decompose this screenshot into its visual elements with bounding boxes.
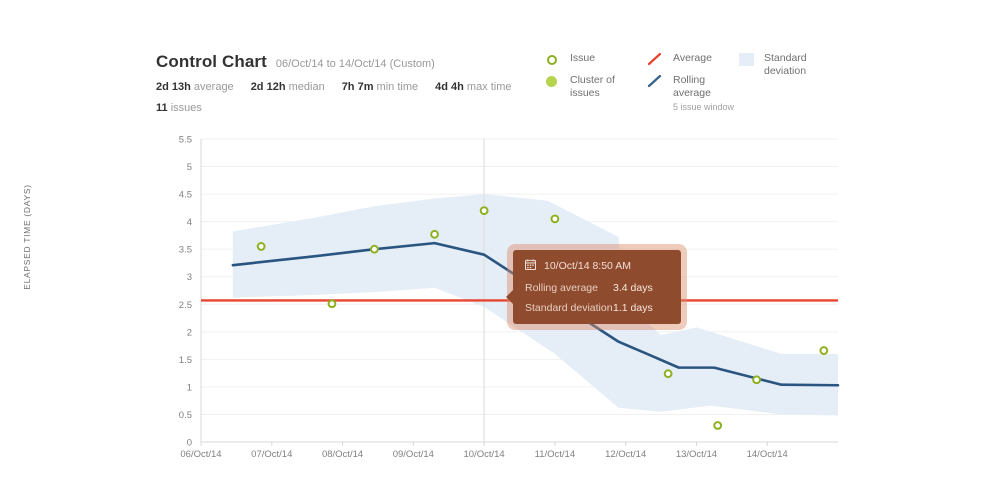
y-tick-label: 0	[187, 438, 192, 449]
chart-legend: Issue Cluster of issues Average Rolling …	[545, 52, 849, 113]
calendar-icon	[524, 259, 537, 273]
x-tick-label: 13/Oct/14	[676, 449, 717, 460]
stat-max-time: 4d 4h max time	[435, 81, 511, 93]
issue-point[interactable]	[663, 369, 673, 379]
issue-point[interactable]	[819, 346, 829, 355]
issue-point[interactable]	[370, 244, 379, 254]
date-range-label: 06/Oct/14 to 14/Oct/14 (Custom)	[275, 58, 435, 70]
x-tick-label: 09/Oct/14	[393, 449, 434, 460]
stats-row: 2d 13h average 2d 12h median 7h 7m min t…	[156, 81, 556, 93]
legend-item-rolling-average-text: Rolling average 5 issue window	[673, 74, 739, 113]
legend-item-average-label: Average	[673, 52, 712, 64]
legend-item-standard-deviation-label: Standard deviation	[764, 52, 807, 77]
tooltip-arrow	[506, 290, 513, 304]
diagonal-line-icon	[647, 53, 664, 66]
legend-item-cluster-of-issues[interactable]: Cluster of issues	[545, 74, 647, 100]
control-chart-page: Control Chart 06/Oct/14 to 14/Oct/14 (Cu…	[0, 0, 1000, 503]
legend-item-rolling-average-label: Rolling average	[673, 74, 711, 99]
stat-min-time: 7h 7m min time	[342, 81, 418, 93]
y-tick-label: 5.5	[179, 135, 192, 146]
y-tick-label: 3.5	[179, 245, 192, 256]
tooltip-row-standard-deviation: Standard deviation 1.1 days	[525, 302, 669, 314]
tooltip-standard-deviation-value: 1.1 days	[613, 302, 653, 314]
issue-point[interactable]	[430, 229, 439, 239]
y-tick-label: 3	[187, 272, 192, 283]
x-tick-label: 07/Oct/14	[251, 449, 292, 460]
page-title: Control Chart	[156, 52, 267, 71]
issue-point[interactable]	[752, 375, 762, 385]
issue-point[interactable]	[256, 242, 266, 251]
x-tick-label: 10/Oct/14	[464, 449, 505, 460]
legend-column-markers: Issue Cluster of issues	[545, 52, 647, 113]
x-tick-label: 06/Oct/14	[180, 449, 221, 460]
legend-item-standard-deviation[interactable]: Standard deviation	[739, 52, 849, 78]
title-row: Control Chart 06/Oct/14 to 14/Oct/14 (Cu…	[156, 52, 556, 72]
issue-point[interactable]	[550, 214, 560, 224]
stat-max-time-value: 4d 4h	[435, 81, 464, 93]
tooltip-rolling-average-value: 3.4 days	[613, 282, 653, 294]
issues-count-value: 11	[156, 102, 168, 114]
x-tick-label: 11/Oct/14	[535, 449, 576, 460]
stat-average-value: 2d 13h	[156, 81, 191, 93]
legend-item-average[interactable]: Average	[647, 52, 739, 66]
tooltip-row-rolling-average: Rolling average 3.4 days	[525, 282, 669, 294]
issue-point[interactable]	[713, 421, 723, 430]
stat-max-time-label: max time	[466, 81, 512, 93]
stat-median-label: median	[288, 81, 325, 93]
diagonal-line-icon	[647, 75, 664, 88]
x-tick-label: 14/Oct/14	[747, 449, 788, 460]
data-point-tooltip[interactable]: 10/Oct/14 8:50 AM Rolling average 3.4 da…	[506, 250, 681, 324]
y-tick-label: 1.5	[179, 355, 192, 366]
legend-column-lines: Average Rolling average 5 issue window	[647, 52, 739, 113]
y-tick-label: 2.5	[179, 300, 192, 311]
chart-header: Control Chart 06/Oct/14 to 14/Oct/14 (Cu…	[156, 52, 556, 114]
filled-circle-icon	[545, 75, 561, 88]
y-axis-title: ELAPSED TIME (DAYS)	[22, 184, 32, 290]
y-tick-label: 4	[187, 217, 192, 228]
stat-median-value: 2d 12h	[250, 81, 286, 93]
legend-item-issue[interactable]: Issue	[545, 52, 647, 66]
issue-point[interactable]	[479, 206, 489, 216]
y-tick-label: 2	[187, 327, 192, 338]
stat-average: 2d 13h average	[156, 81, 234, 93]
tooltip-standard-deviation-key: Standard deviation	[525, 302, 613, 314]
y-tick-label: 0.5	[179, 410, 192, 421]
stat-min-time-label: min time	[376, 81, 419, 93]
tooltip-rolling-average-key: Rolling average	[525, 282, 598, 294]
square-swatch-icon	[739, 53, 755, 66]
tooltip-date-row: 10/Oct/14 8:50 AM	[524, 259, 669, 273]
stat-median: 2d 12h median	[251, 81, 325, 93]
x-tick-label: 08/Oct/14	[322, 449, 363, 460]
legend-item-cluster-of-issues-label: Cluster of issues	[570, 74, 615, 99]
legend-column-band: Standard deviation	[739, 52, 849, 113]
stat-min-time-value: 7h 7m	[341, 81, 374, 93]
legend-item-rolling-average[interactable]: Rolling average 5 issue window	[647, 74, 739, 113]
x-tick-label: 12/Oct/14	[605, 449, 646, 460]
y-tick-label: 1	[187, 382, 192, 393]
issues-count-label: issues	[170, 102, 202, 114]
issues-count-row: 11 issues	[156, 102, 556, 114]
legend-item-rolling-average-sublabel: 5 issue window	[673, 102, 735, 112]
y-tick-label: 5	[187, 162, 192, 173]
stat-average-label: average	[193, 81, 234, 93]
y-tick-label: 4.5	[179, 190, 192, 201]
tooltip-date-label: 10/Oct/14 8:50 AM	[544, 260, 631, 272]
hollow-circle-icon	[545, 53, 561, 66]
legend-item-issue-label: Issue	[570, 52, 596, 64]
issue-point[interactable]	[327, 299, 337, 309]
